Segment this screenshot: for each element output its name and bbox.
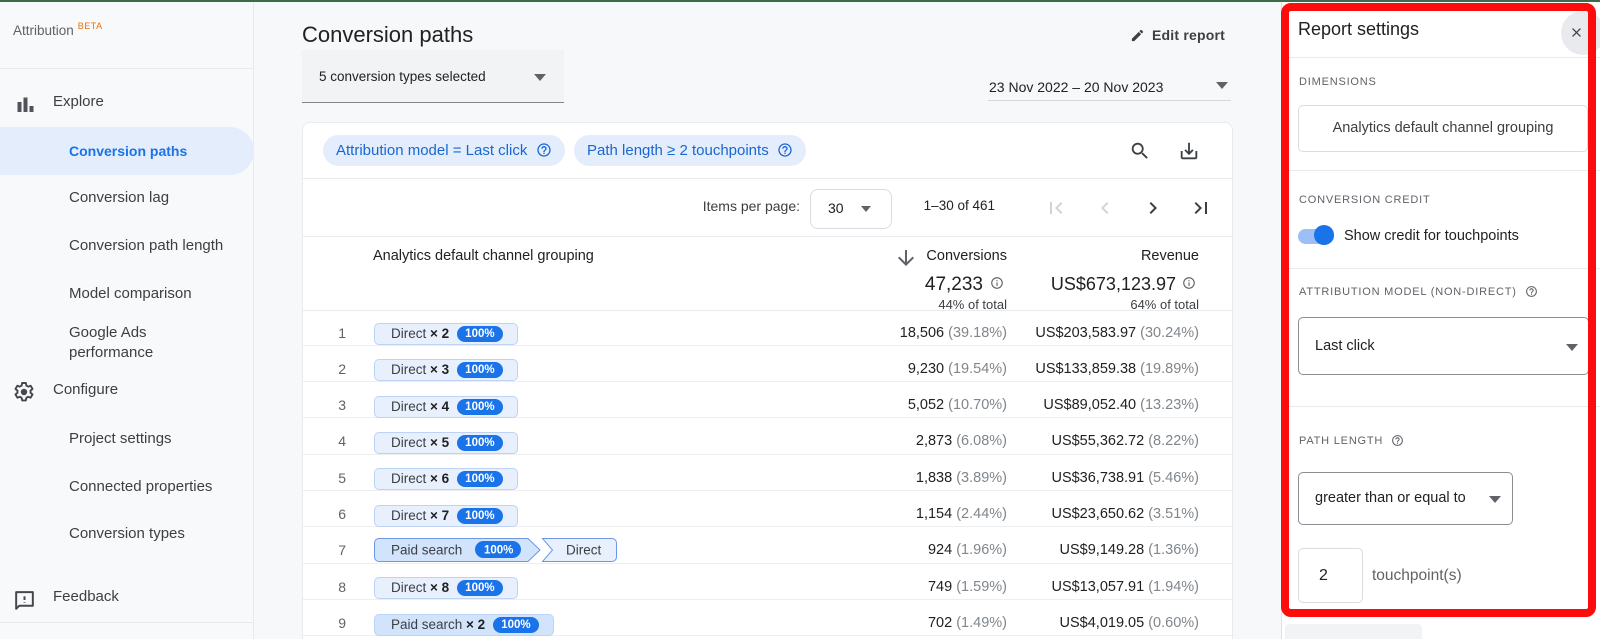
svg-text:Direct: Direct xyxy=(566,543,602,558)
svg-text:Paid search: Paid search xyxy=(391,543,462,558)
svg-text:100%: 100% xyxy=(484,545,513,557)
